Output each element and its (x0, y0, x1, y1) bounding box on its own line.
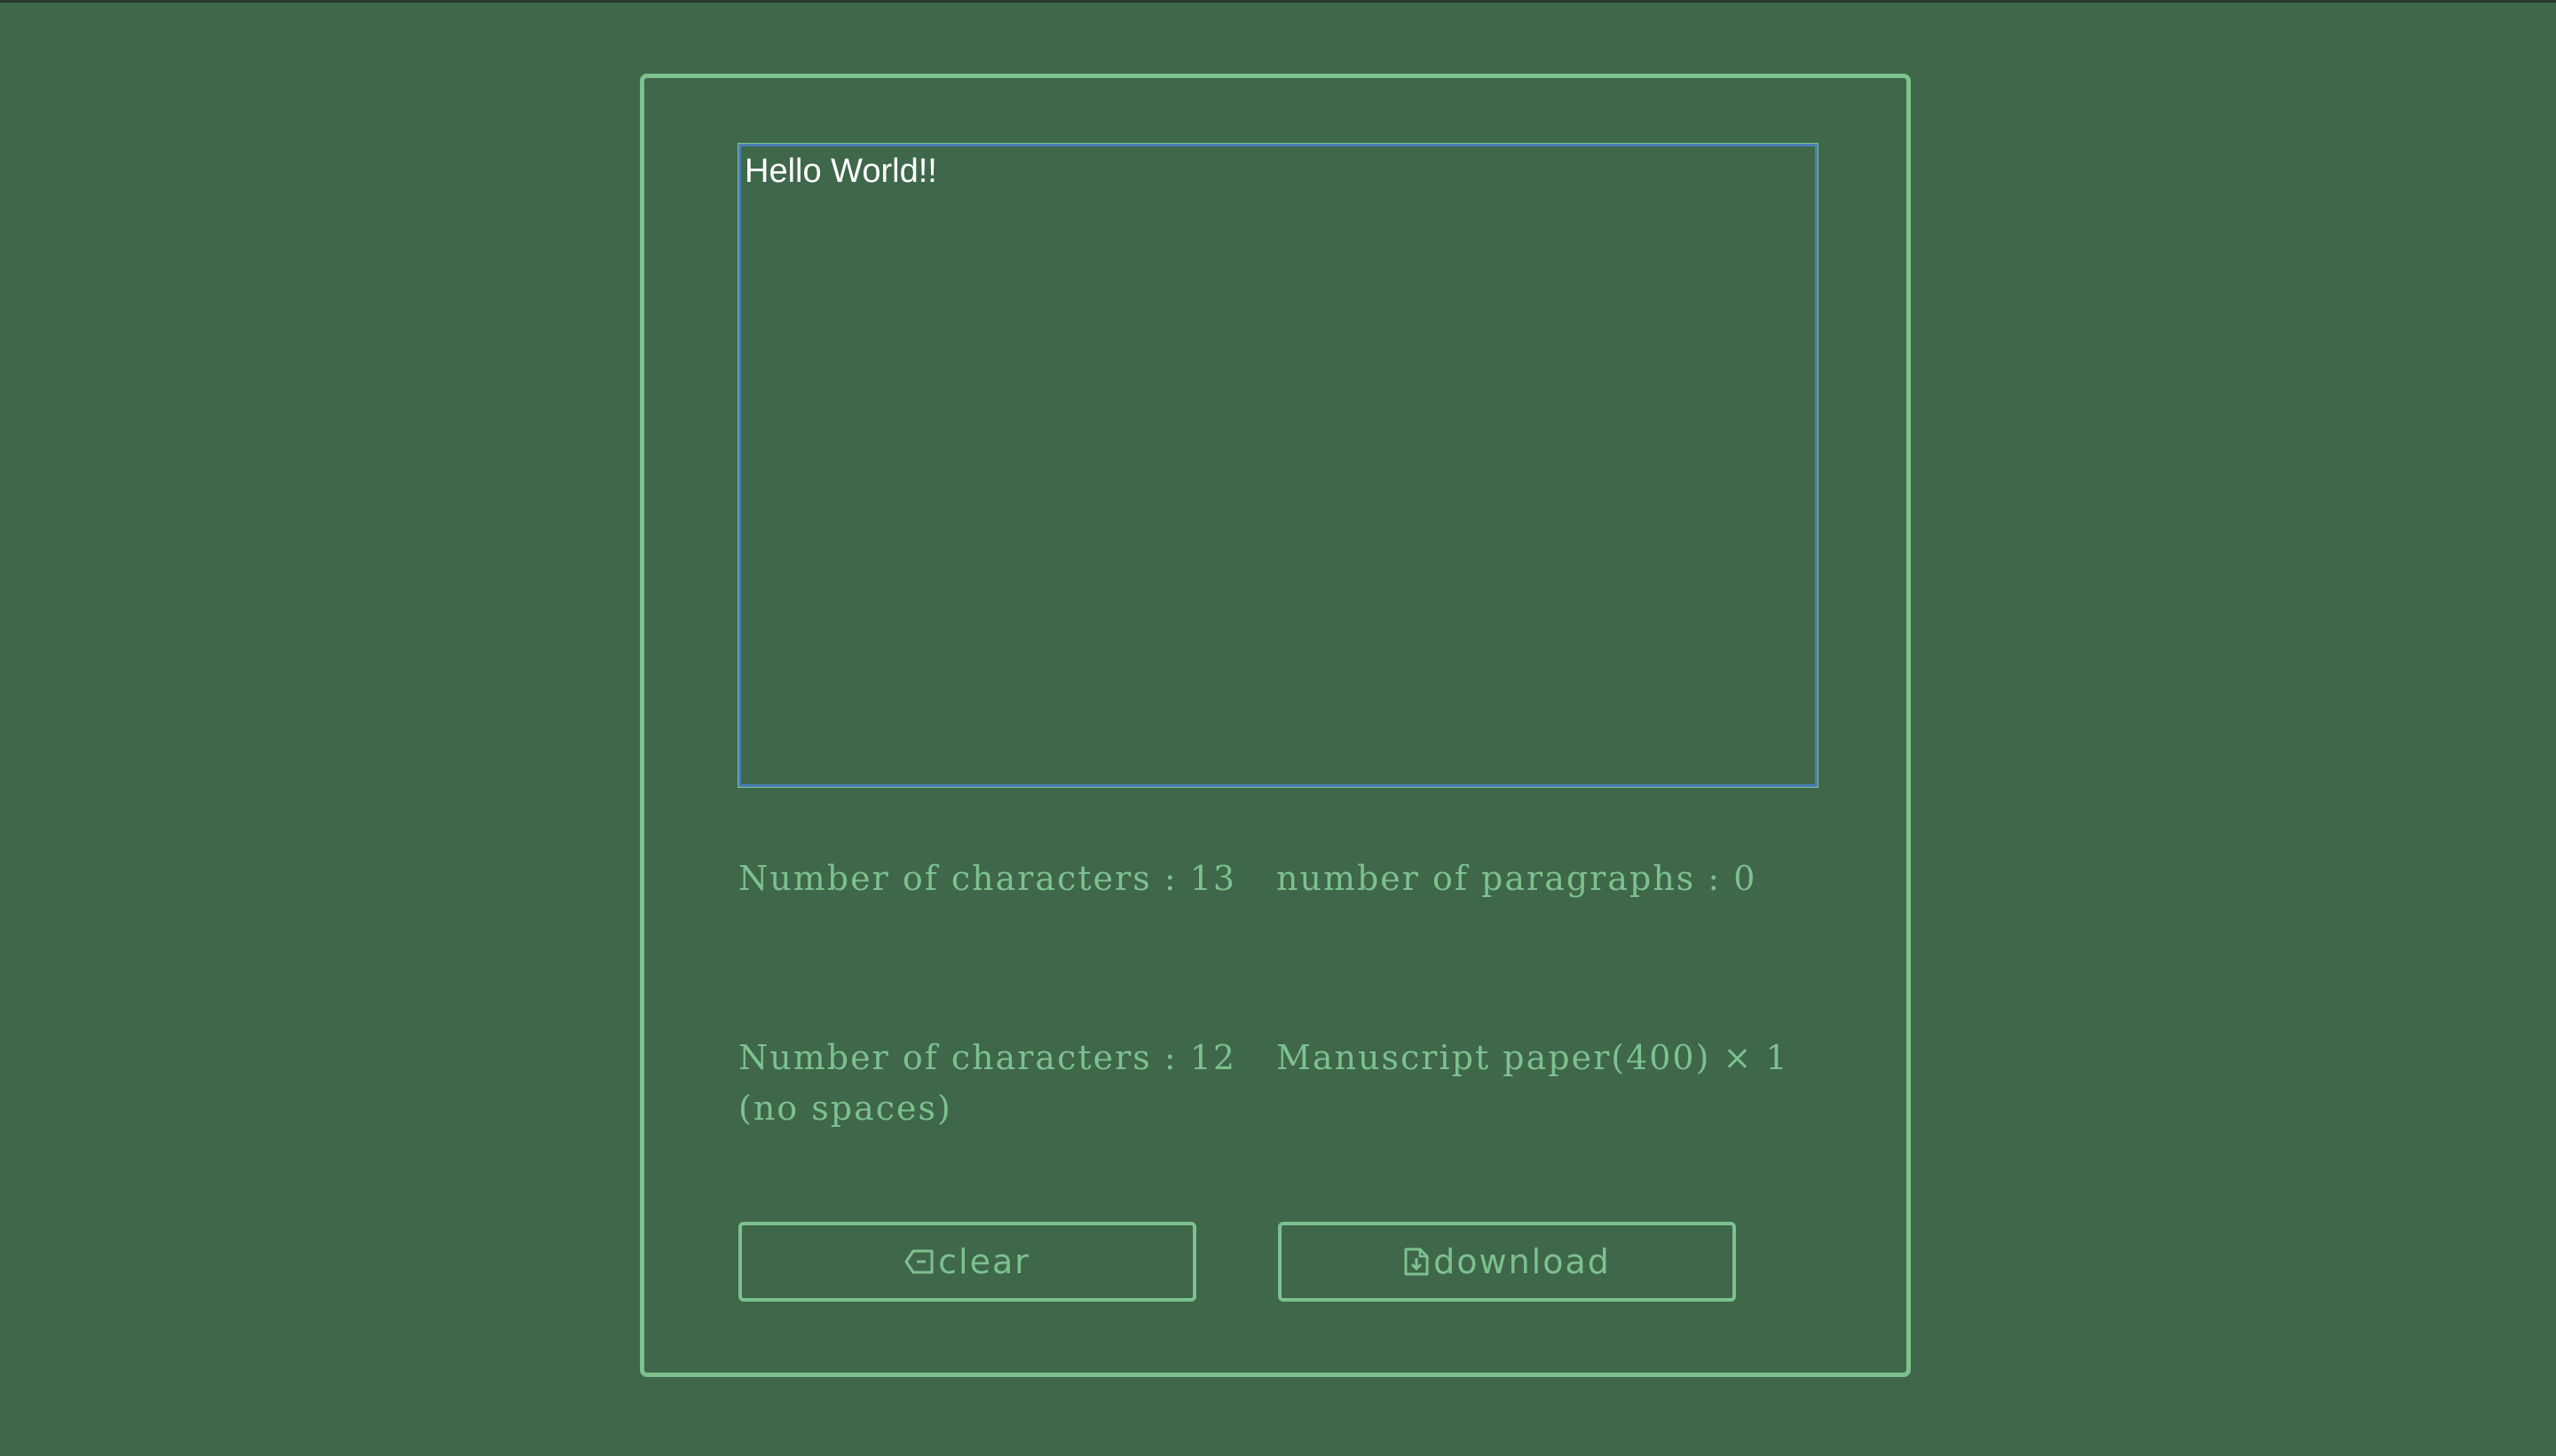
download-button[interactable]: download (1278, 1222, 1736, 1302)
manuscript-paper-stat: Manuscript paper(400) × 1 (1276, 1038, 1789, 1077)
text-input-area[interactable] (738, 143, 1818, 788)
download-button-label: download (1433, 1242, 1611, 1281)
clear-button-label: clear (938, 1242, 1030, 1281)
clear-button[interactable]: clear (738, 1222, 1196, 1302)
char-count-no-spaces-stat: Number of characters : 12 (no spaces) (738, 1033, 1236, 1134)
file-download-icon (1404, 1247, 1429, 1276)
char-count-no-spaces-suffix: (no spaces) (738, 1089, 952, 1128)
char-count-stat: Number of characters : 13 (738, 859, 1237, 898)
backspace-icon (904, 1249, 934, 1274)
top-border-line (0, 0, 2556, 3)
paragraph-count-stat: number of paragraphs : 0 (1276, 859, 1757, 898)
char-count-no-spaces-value: Number of characters : 12 (738, 1038, 1237, 1077)
